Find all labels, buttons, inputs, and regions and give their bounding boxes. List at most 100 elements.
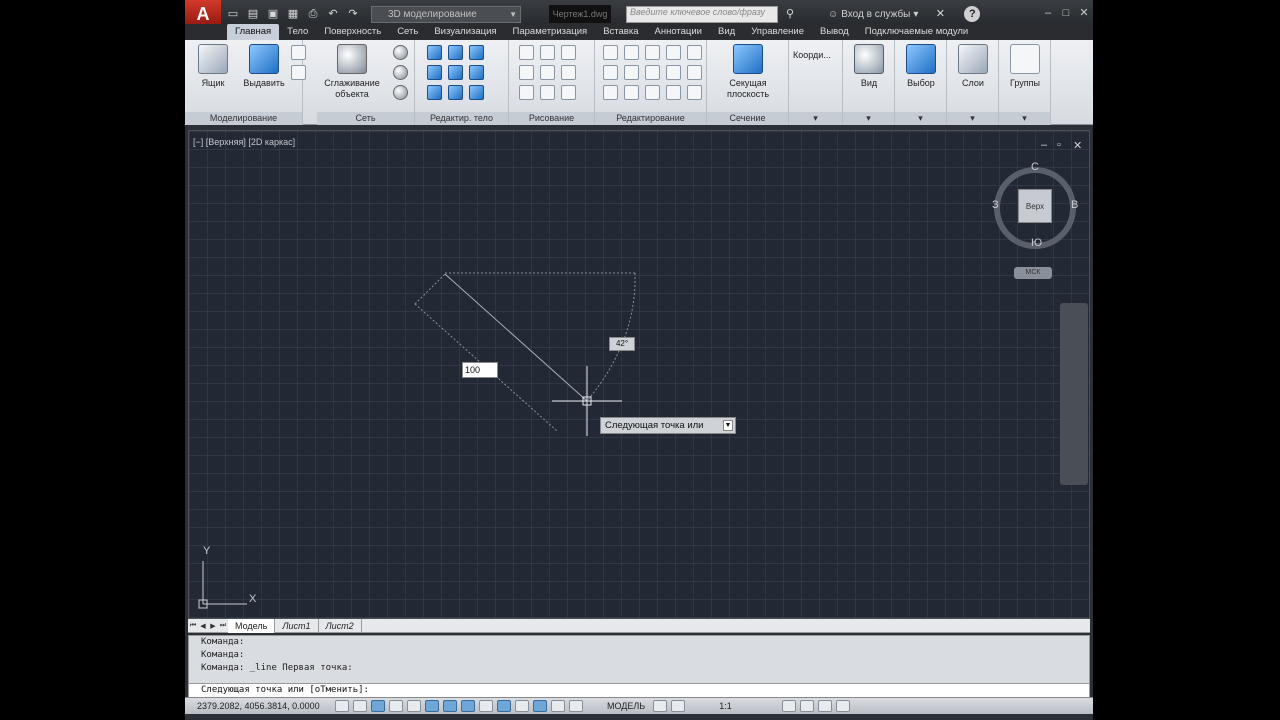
viewcube-face-top[interactable]: Верх	[1018, 189, 1052, 223]
group-label-view[interactable]: ▾	[843, 112, 894, 125]
box-button[interactable]: Ящик	[190, 44, 236, 89]
refine-mesh-icon[interactable]	[393, 85, 408, 100]
rectangle-icon[interactable]	[540, 85, 555, 100]
tab-home[interactable]: Главная	[227, 24, 280, 40]
3d-icon[interactable]	[624, 85, 639, 100]
workspace-select[interactable]: 3D моделирование ▼	[371, 5, 521, 23]
save-as-icon[interactable]: ▦	[285, 6, 301, 22]
viewcube[interactable]: С Ю З В Верх	[992, 161, 1078, 249]
smooth-less-icon[interactable]	[393, 65, 408, 80]
ellipse-icon[interactable]	[561, 85, 576, 100]
workspace-switch-icon[interactable]	[781, 700, 796, 712]
group-label-groups[interactable]: ▾	[999, 112, 1050, 125]
group-label-draw[interactable]: Рисование	[509, 112, 594, 125]
next-tab-icon[interactable]: ▶	[208, 622, 218, 630]
snap-toggle[interactable]	[353, 700, 367, 712]
navigation-bar[interactable]	[1060, 303, 1088, 485]
grid-toggle[interactable]	[371, 700, 385, 712]
new-file-icon[interactable]: ▭	[225, 6, 241, 22]
circle-icon[interactable]	[561, 65, 576, 80]
tab-surface[interactable]: Поверхность	[316, 24, 389, 40]
rotate-icon[interactable]	[624, 65, 639, 80]
spline-icon[interactable]	[540, 45, 555, 60]
lineweight-toggle[interactable]	[515, 700, 529, 712]
redo-icon[interactable]: ↷	[345, 6, 361, 22]
close-icon[interactable]: ✕	[1076, 6, 1092, 20]
tab-model[interactable]: Модель	[228, 618, 276, 633]
viewcube-north[interactable]: С	[1031, 161, 1039, 173]
imprint-icon[interactable]	[427, 85, 442, 100]
layers-button[interactable]: Слои	[950, 44, 996, 89]
infer-constraints-toggle[interactable]	[335, 700, 349, 712]
groups-button[interactable]: Группы	[1002, 44, 1048, 89]
intersect-icon[interactable]	[469, 45, 484, 60]
drawing-viewport[interactable]: [−] [Верхняя] [2D каркас] – ▫ ✕ Y X С Ю …	[188, 130, 1090, 619]
group-label-mesh[interactable]: Сеть	[317, 112, 414, 125]
group-label-select[interactable]: ▾	[895, 112, 946, 125]
fillet-icon[interactable]	[666, 45, 681, 60]
separate-icon[interactable]	[448, 85, 463, 100]
tab-layout1[interactable]: Лист1	[275, 618, 319, 633]
shell-icon[interactable]	[469, 85, 484, 100]
tab-manage[interactable]: Управление	[743, 24, 812, 40]
gizmo-icon[interactable]	[624, 45, 639, 60]
osnap-toggle[interactable]	[425, 700, 439, 712]
view-button[interactable]: Вид	[846, 44, 892, 89]
isolate-icon[interactable]	[817, 700, 832, 712]
group-label-section[interactable]: Сечение	[707, 112, 788, 125]
open-folder-icon[interactable]: ▤	[245, 6, 261, 22]
group-label-modify[interactable]: Редактирование	[595, 112, 706, 125]
help-icon[interactable]: ?	[964, 6, 981, 22]
search-input[interactable]: Введите ключевое слово/фразу	[626, 5, 778, 23]
smooth-object-button[interactable]: Сглаживание объекта	[319, 44, 385, 100]
explode-icon[interactable]	[603, 65, 618, 80]
exchange-icon[interactable]: ✕	[932, 6, 948, 22]
tab-output[interactable]: Вывод	[812, 24, 857, 40]
chevron-down-icon[interactable]: ▼	[723, 420, 733, 431]
group-label-layers[interactable]: ▾	[947, 112, 998, 125]
tab-insert[interactable]: Вставка	[595, 24, 646, 40]
tab-annotate[interactable]: Аннотации	[647, 24, 711, 40]
presspull-icon[interactable]	[291, 45, 306, 60]
maximize-icon[interactable]: □	[1058, 6, 1074, 20]
dynamic-angle-input[interactable]: 42°	[609, 337, 635, 351]
print-icon[interactable]: ⎙	[305, 6, 321, 22]
slice-icon[interactable]	[448, 65, 463, 80]
thicken-icon[interactable]	[469, 65, 484, 80]
viewcube-south[interactable]: Ю	[1031, 237, 1042, 249]
binoculars-icon[interactable]: ⚲	[782, 6, 798, 22]
grid-array-icon[interactable]	[687, 85, 702, 100]
3dosnap-toggle[interactable]	[443, 700, 457, 712]
viewcube-west[interactable]: З	[992, 199, 999, 211]
tab-layout2[interactable]: Лист2	[319, 618, 362, 633]
mirror3d-icon[interactable]	[603, 85, 618, 100]
annotation-scale[interactable]: 1:1	[719, 701, 732, 711]
first-tab-icon[interactable]: ⏮	[188, 622, 198, 630]
tab-render[interactable]: Визуализация	[426, 24, 504, 40]
group-label-modeling[interactable]: Моделирование	[185, 112, 302, 125]
polygon-icon[interactable]	[519, 85, 534, 100]
circle-ref-icon[interactable]	[645, 65, 660, 80]
save-icon[interactable]: ▣	[265, 6, 281, 22]
prev-tab-icon[interactable]: ◀	[198, 622, 208, 630]
section-plane-button[interactable]: Секущая плоскость	[713, 44, 783, 100]
dyn-toggle[interactable]	[497, 700, 511, 712]
copy-icon[interactable]	[687, 65, 702, 80]
minimize-icon[interactable]: –	[1040, 6, 1056, 20]
tab-mesh[interactable]: Сеть	[389, 24, 426, 40]
last-tab-icon[interactable]: ⏭	[218, 622, 228, 630]
tab-plugins[interactable]: Подключаемые модули	[857, 24, 977, 40]
viewcube-east[interactable]: В	[1071, 199, 1078, 211]
arc-icon[interactable]	[561, 45, 576, 60]
interfere-icon[interactable]	[427, 65, 442, 80]
subtract-icon[interactable]	[448, 45, 463, 60]
undo-icon[interactable]: ↶	[325, 6, 341, 22]
signin-button[interactable]: ☺ Вход в службы ▾	[828, 9, 918, 20]
align-icon[interactable]	[687, 45, 702, 60]
array-icon[interactable]	[645, 85, 660, 100]
otrack-toggle[interactable]	[461, 700, 475, 712]
quick-properties-toggle[interactable]	[551, 700, 565, 712]
tab-view[interactable]: Вид	[710, 24, 743, 40]
ortho-toggle[interactable]	[389, 700, 403, 712]
quick-view-drawings-icon[interactable]	[671, 700, 686, 712]
